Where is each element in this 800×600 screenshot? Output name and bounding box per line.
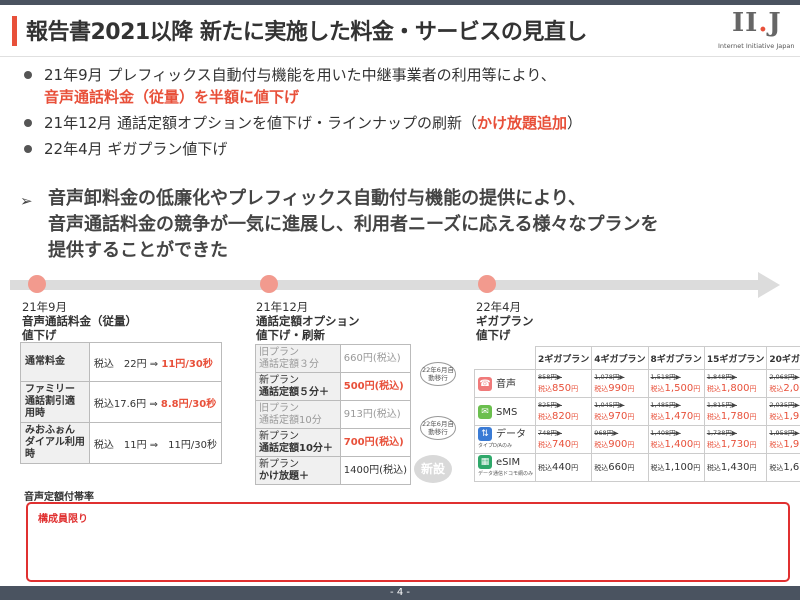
timeline-dot xyxy=(28,275,46,293)
bullet-item: 21年9月 プレフィックス自動付与機能を用いた中継事業者の利用等により、 音声通… xyxy=(22,64,582,108)
logo-tagline: Internet Initiative Japan xyxy=(718,42,795,50)
summary-paragraph: ➢ 音声卸料金の低廉化やプレフィックス自動付与機能の提供により、 音声通話料金の… xyxy=(20,188,659,261)
section-label: 音声定額付帯率 xyxy=(24,492,94,503)
table-header-row: 2ギガプラン 4ギガプラン 8ギガプラン 15ギガプラン 20ギガプラン xyxy=(474,346,800,370)
flat-rate-option-table: 旧プラン 通話定額３分 660円(税込) 新プラン 通話定額５分＋ 500円(税込)… xyxy=(255,344,412,485)
voice-icon: ☎ xyxy=(478,376,492,391)
table-row: ▦ eSIM データ通信ドコモ網のみ 税込440円 税込660円 税込1,100円 … xyxy=(473,453,800,482)
table-row: ⇅ データ タイプD/Aのみ 748円▶ 税込740円 968円▶ 税込900円 1,4… xyxy=(473,425,800,454)
confidential-box: 構成員限り xyxy=(26,502,790,582)
new-badge: 新設 xyxy=(414,455,452,483)
table-row: ファミリー通話割引適用時 税込17.6円 ⇒ 8.8円/30秒 xyxy=(20,381,223,423)
table-row: 新プラン 通話定額５分＋ 500円(税込) xyxy=(255,372,412,401)
timeline-arrowhead-icon xyxy=(758,272,780,298)
table-row: 通常料金 税込 22円 ⇒ 11円/30秒 xyxy=(20,342,223,382)
arrow-bullet-icon: ➢ xyxy=(20,192,33,210)
timeline-arrow xyxy=(10,272,780,298)
title-accent xyxy=(12,16,17,46)
table-row: 旧プラン 通話定額10分 913円(税込) xyxy=(255,400,412,429)
data-icon: ⇅ xyxy=(478,427,492,441)
col2-heading: 21年12月 通話定額オプション 値下げ・刷新 xyxy=(256,300,360,342)
page-title: 報告書2021以降 新たに実施した料金・サービスの見直し xyxy=(26,20,587,45)
page-number: - 4 - xyxy=(390,587,410,598)
timeline-bar xyxy=(10,280,760,290)
bullet-dot-icon xyxy=(24,145,32,153)
bullet-dot-icon xyxy=(24,71,32,79)
title-divider xyxy=(0,56,800,57)
timeline-dot xyxy=(478,275,496,293)
logo-mark: II.J xyxy=(732,8,782,38)
iij-logo: II.J Internet Initiative Japan xyxy=(708,8,796,52)
bullet-item: 21年12月 通話定額オプションを値下げ・ラインナップの刷新（かけ放題追加） xyxy=(22,112,582,134)
table-row: 新プラン かけ放題＋ 1400円(税込) xyxy=(255,456,412,485)
confidential-label: 構成員限り xyxy=(38,514,88,525)
bullet-item: 22年4月 ギガプラン値下げ xyxy=(22,138,582,160)
col3-heading: 22年4月 ギガプラン 値下げ xyxy=(476,300,534,342)
bullet-list: 21年9月 プレフィックス自動付与機能を用いた中継事業者の利用等により、 音声通… xyxy=(22,64,582,160)
esim-icon: ▦ xyxy=(478,455,492,469)
table-row: みおふぉんダイアル利用時 税込 11円 ⇒ 11円/30秒 xyxy=(20,422,223,464)
table-row: ✉ SMS 825円▶ 税込820円 1,045円▶ 税込970円 1,485円▶ 税込… xyxy=(473,397,800,426)
migration-bubble: 22年6月自動移行 xyxy=(420,416,456,440)
table-row: ☎ 音声 858円▶ 税込850円 1,078円▶ 税込990円 1,518円▶ 税込1… xyxy=(473,369,800,398)
table-row: 旧プラン 通話定額３分 660円(税込) xyxy=(255,344,412,373)
col1-heading: 21年9月 音声通話料金（従量） 値下げ xyxy=(22,300,137,342)
giga-plan-table: 2ギガプラン 4ギガプラン 8ギガプラン 15ギガプラン 20ギガプラン ☎音声… xyxy=(473,346,800,482)
timeline-dot xyxy=(260,275,278,293)
bullet-dot-icon xyxy=(24,119,32,127)
migration-bubble: 22年6月自動移行 xyxy=(420,362,456,386)
top-bar xyxy=(0,0,800,5)
footer-bar: - 4 - xyxy=(0,586,800,600)
table-row: 新プラン 通話定額10分＋ 700円(税込) xyxy=(255,428,412,457)
sms-icon: ✉ xyxy=(478,404,492,419)
call-rate-table: 通常料金 税込 22円 ⇒ 11円/30秒 ファミリー通話割引適用時 税込17.… xyxy=(20,342,223,464)
